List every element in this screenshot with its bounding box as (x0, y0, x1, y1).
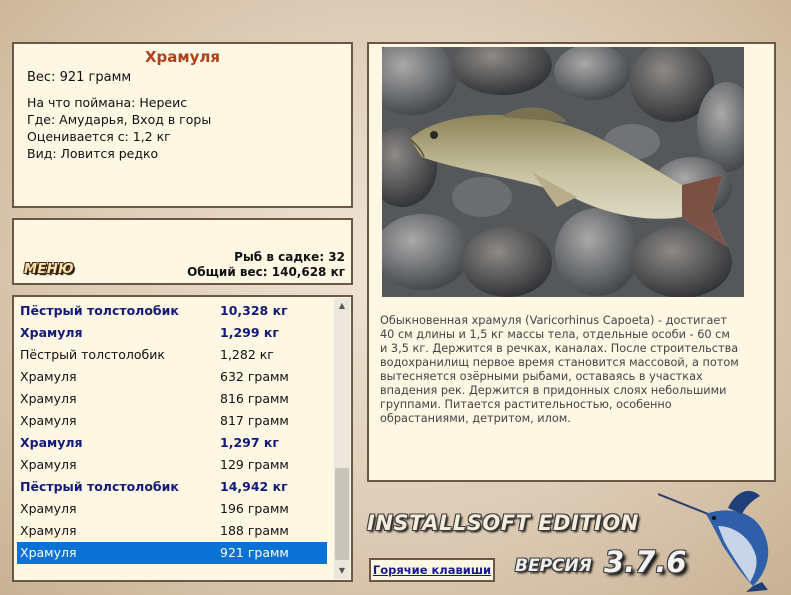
fish-list-row[interactable]: Храмуля 816 грамм (17, 388, 327, 410)
rarity-info: Вид: Ловится редко (27, 146, 159, 161)
fish-weight-cell: 1,299 кг (220, 325, 279, 340)
fish-name: Храмуля (20, 435, 83, 450)
scroll-down-arrow-icon[interactable]: ▼ (334, 563, 350, 579)
marlin-logo-icon (658, 490, 769, 592)
version-label: ВЕРСИЯ (515, 556, 592, 576)
hotkeys-button[interactable]: Горячие клавиши (369, 558, 495, 582)
fish-weight-cell: 921 грамм (220, 545, 289, 560)
fish-weight-cell: 817 грамм (220, 413, 289, 428)
scroll-thumb[interactable] (335, 468, 349, 560)
fish-weight-cell: 1,297 кг (220, 435, 279, 450)
bait-info: На что поймана: Нереис (27, 95, 188, 110)
scroll-up-arrow-icon[interactable]: ▲ (334, 298, 350, 314)
fish-list-row[interactable]: Храмуля 817 грамм (17, 410, 327, 432)
fish-title: Храмуля (144, 48, 221, 66)
fish-name: Храмуля (20, 413, 77, 428)
fish-list-row[interactable]: Пёстрый толстолобик 14,942 кг (17, 476, 327, 498)
fish-weight-cell: 632 грамм (220, 369, 289, 384)
fish-name: Пёстрый толстолобик (20, 479, 179, 494)
fish-name: Пёстрый толстолобик (20, 347, 165, 362)
fish-list-row[interactable]: Храмуля 1,299 кг (17, 322, 327, 344)
fish-weight-cell: 196 грамм (220, 501, 289, 516)
fish-list: Пёстрый толстолобик 10,328 кг Храмуля 1,299… (17, 300, 327, 564)
place-info: Где: Амударья, Вход в горы (27, 112, 212, 127)
list-scrollbar[interactable]: ▲ ▼ (334, 298, 350, 579)
fish-list-row[interactable]: Пёстрый толстолобик 10,328 кг (17, 300, 327, 322)
fish-name: Храмуля (20, 501, 77, 516)
fish-name: Храмуля (20, 523, 77, 538)
fish-name: Храмуля (20, 369, 77, 384)
fish-list-row[interactable]: Храмуля 129 грамм (17, 454, 327, 476)
fish-list-panel: Пёстрый толстолобик 10,328 кг Храмуля 1,299… (12, 295, 353, 582)
fish-photo-panel: Обыкновенная храмуля (Varicorhinus Capoe… (367, 42, 776, 482)
fish-list-row[interactable]: Храмуля 1,297 кг (17, 432, 327, 454)
fish-description: Обыкновенная храмуля (Varicorhinus Capoe… (380, 314, 739, 425)
fish-weight-cell: 129 грамм (220, 457, 289, 472)
edition-label: INSTALLSOFT EDITION (367, 511, 639, 535)
fish-count: Рыб в садке: 32 (234, 250, 345, 264)
fish-name: Храмуля (20, 391, 77, 406)
fish-weight-cell: 816 грамм (220, 391, 289, 406)
total-weight: Общий вес: 140,628 кг (187, 265, 345, 279)
fish-list-row[interactable]: Храмуля 188 грамм (17, 520, 327, 542)
fish-weight-cell: 10,328 кг (220, 303, 288, 318)
keepnet-stats-panel: МЕНЮ Рыб в садке: 32 Общий вес: 140,628 … (12, 218, 353, 285)
fish-list-row[interactable]: Храмуля 632 грамм (17, 366, 327, 388)
catch-info-panel: Храмуля Вес: 921 грамм На что поймана: Н… (12, 42, 353, 208)
fish-name: Храмуля (20, 457, 77, 472)
value-info: Оценивается с: 1,2 кг (27, 129, 171, 144)
fish-name: Храмуля (20, 545, 77, 560)
menu-button[interactable]: МЕНЮ (24, 262, 74, 277)
fish-name: Пёстрый толстолобик (20, 303, 179, 318)
fish-name: Храмуля (20, 325, 83, 340)
fish-list-row[interactable]: Пёстрый толстолобик 1,282 кг (17, 344, 327, 366)
fish-weight-cell: 1,282 кг (220, 347, 274, 362)
fish-weight-cell: 14,942 кг (220, 479, 288, 494)
fish-weight: Вес: 921 грамм (27, 70, 132, 85)
fish-list-row[interactable]: Храмуля 196 грамм (17, 498, 327, 520)
catch-details: На что поймана: Нереис Где: Амударья, Вх… (27, 94, 211, 162)
fish-weight-cell: 188 грамм (220, 523, 289, 538)
fish-list-row[interactable]: Храмуля 921 грамм (17, 542, 327, 564)
fish-photo (382, 47, 744, 297)
